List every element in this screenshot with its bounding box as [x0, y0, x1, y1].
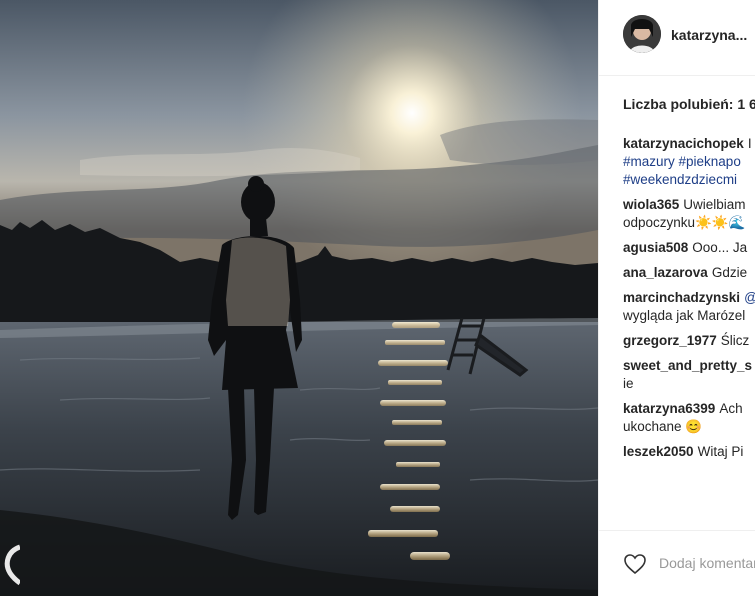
heart-outline-icon[interactable] [623, 553, 647, 575]
watermark-logo [4, 544, 20, 586]
comment-text-continued: ukochane 😊 [623, 419, 703, 434]
comment-text: Witaj Pi [697, 444, 744, 459]
hashtag-link[interactable]: #weekendzdziecmi [623, 171, 755, 189]
comment-text-continued: ie [623, 376, 634, 391]
post-photo[interactable] [0, 0, 598, 596]
comment-text: @ [744, 290, 755, 305]
comment-text: Ślicz [720, 333, 750, 348]
comments-list: katarzynacichopek I #mazury #pieknapo #we… [623, 135, 755, 468]
comment-username[interactable]: agusia508 [623, 240, 688, 255]
post-actions: Dodaj komentarz [599, 530, 755, 596]
comment-text: Gdzie [711, 265, 748, 280]
comment-username[interactable]: katarzyna6399 [623, 401, 715, 416]
post-header: katarzyna... [599, 0, 755, 76]
comment-item: marcinchadzynski @ wygląda jak Marózel [623, 289, 755, 325]
hashtag-link[interactable]: #mazury #pieknapo [623, 153, 755, 171]
comment-username[interactable]: sweet_and_pretty_s [623, 358, 752, 373]
comment-item: sweet_and_pretty_s ie [623, 357, 755, 393]
comment-item: agusia508 Ooo... Ja [623, 239, 755, 257]
post-username[interactable]: katarzyna... [671, 27, 747, 43]
comment-text: Ooo... Ja [692, 240, 748, 255]
comment-text: Uwielbiam [683, 197, 746, 212]
comment-username[interactable]: ana_lazarova [623, 265, 708, 280]
comment-username[interactable]: grzegorz_1977 [623, 333, 717, 348]
post-sidebar: katarzyna... Liczba polubień: 1 6 katarz… [598, 0, 755, 596]
comment-username[interactable]: wiola365 [623, 197, 679, 212]
comment-item: grzegorz_1977 Ślicz [623, 332, 755, 350]
comment-text-continued: wygląda jak Marózel [623, 308, 746, 323]
comment-text-continued: odpoczynku☀️☀️🌊 [623, 215, 746, 230]
comment-username[interactable]: leszek2050 [623, 444, 694, 459]
comment-item: wiola365 Uwielbiam odpoczynku☀️☀️🌊 [623, 196, 755, 232]
lake-sunset-image [0, 0, 598, 596]
comment-item: leszek2050 Witaj Pi [623, 443, 755, 461]
comment-item: katarzynacichopek I #mazury #pieknapo #we… [623, 135, 755, 189]
comment-item: katarzyna6399 Ach ukochane 😊 [623, 400, 755, 436]
comment-text: I [747, 136, 752, 151]
profile-avatar[interactable] [623, 15, 661, 53]
comment-username[interactable]: katarzynacichopek [623, 136, 744, 151]
add-comment-input[interactable]: Dodaj komentarz [659, 555, 755, 571]
likes-count[interactable]: Liczba polubień: 1 6 [623, 96, 755, 112]
comment-username[interactable]: marcinchadzynski [623, 290, 740, 305]
comment-text: Ach [719, 401, 743, 416]
avatar-image [623, 15, 661, 53]
comment-item: ana_lazarova Gdzie [623, 264, 755, 282]
